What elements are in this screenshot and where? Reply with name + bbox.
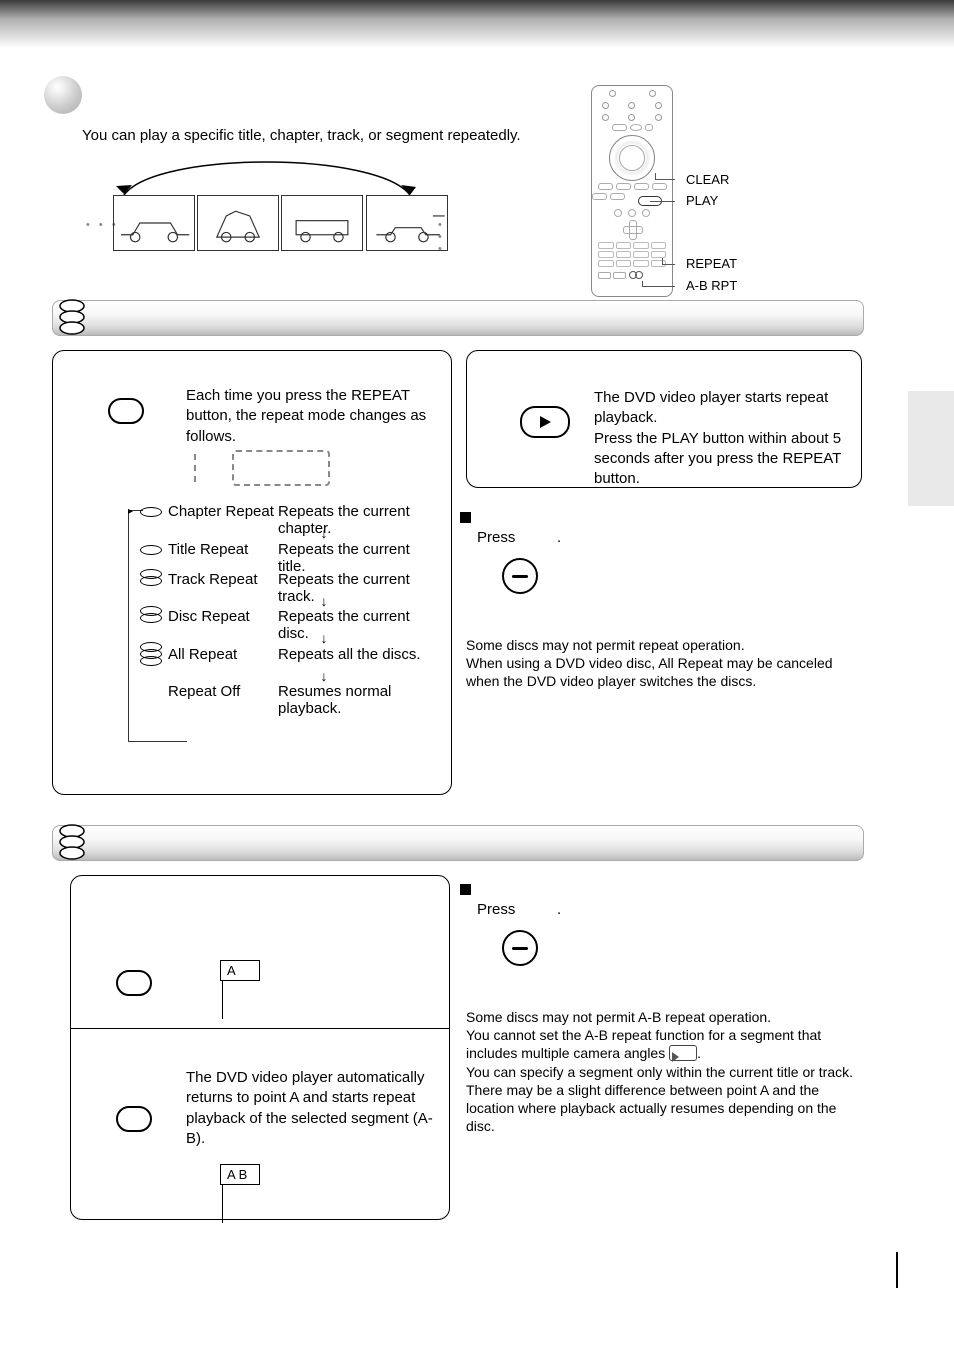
- ab-repeat-box: [70, 875, 450, 1220]
- angle-icon: [669, 1045, 697, 1061]
- step1-text: Each time you press the REPEAT button, t…: [186, 386, 434, 447]
- remote-label-clear: CLEAR: [686, 172, 729, 187]
- cancel-press-2: Press .: [477, 900, 561, 920]
- page-header-gradient: [0, 0, 954, 48]
- repeat-illustration: • • • • • •: [86, 175, 446, 263]
- cancel-heading-1: [460, 508, 477, 525]
- cancel-heading-2: [460, 880, 477, 897]
- notes-2: Some discs may not permit A-B repeat ope…: [466, 1008, 864, 1135]
- feed-line: [194, 454, 196, 482]
- ab-step2-text: The DVD video player automatically retur…: [186, 1068, 440, 1149]
- page-corner-mark: [892, 1252, 898, 1288]
- clear-button-icon-2: [502, 930, 538, 966]
- ab-indicator-a: A: [220, 960, 260, 1019]
- ab-indicator-ab: A B: [220, 1164, 260, 1223]
- section-icon-2: [58, 823, 86, 865]
- repeat-mode-list: Chapter Repeat Repeats the current chapt…: [140, 503, 440, 709]
- remote-label-play: PLAY: [686, 193, 718, 208]
- ab-step2-button-icon: [116, 1106, 152, 1136]
- section-header-2: [52, 825, 864, 861]
- ab-step1-button-icon: [116, 970, 152, 1000]
- remote-diagram: [591, 85, 673, 297]
- step1-button-icon: [108, 398, 144, 428]
- clear-button-icon-1: [502, 558, 538, 594]
- intro-text: You can play a specific title, chapter, …: [82, 126, 602, 146]
- section-icon-1: [58, 298, 86, 340]
- repeat-arc-icon: [116, 157, 418, 197]
- play-button-icon: [520, 406, 570, 438]
- section-header-1: [52, 300, 864, 336]
- cycle-line: ▸: [128, 510, 129, 742]
- remote-label-abrpt: A-B RPT: [686, 278, 737, 293]
- osd-indicator-empty: [232, 450, 330, 486]
- bullet-sphere-icon: [44, 76, 82, 114]
- notes-1: Some discs may not permit repeat operati…: [466, 636, 864, 691]
- step2-text: The DVD video player starts repeat playb…: [594, 388, 850, 489]
- ab-box-divider: [70, 1028, 450, 1029]
- cancel-press-1: Press .: [477, 528, 561, 548]
- side-tab: [908, 391, 954, 506]
- remote-label-repeat: REPEAT: [686, 256, 737, 271]
